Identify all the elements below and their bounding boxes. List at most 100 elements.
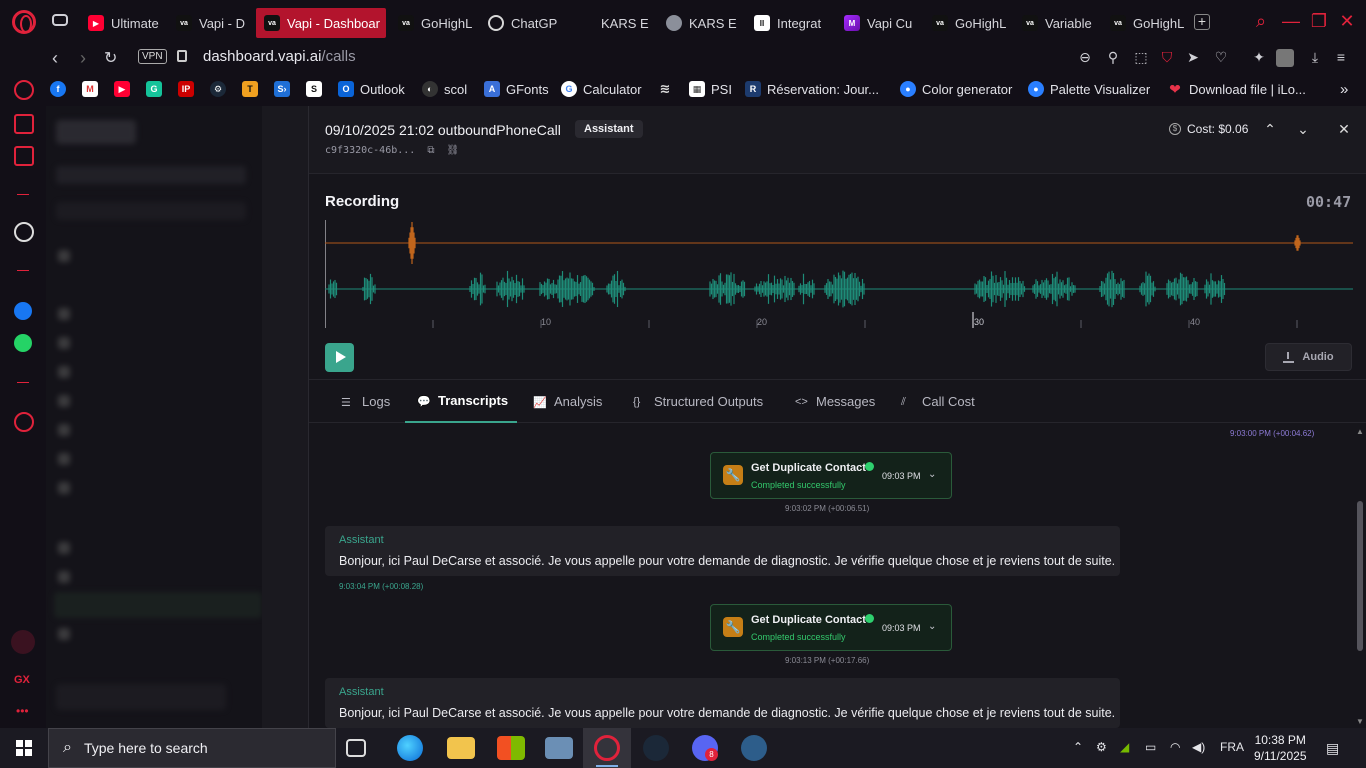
language-indicator[interactable]: FRA [1220, 740, 1244, 754]
tab-kars-2[interactable]: KARS E [658, 8, 744, 38]
maximize-button[interactable]: ❐ [1310, 12, 1328, 30]
tray-nvidia-icon[interactable]: ◢ [1120, 740, 1129, 754]
more-sidebar-icon[interactable]: ••• [16, 704, 29, 718]
gx-icon[interactable]: GX [14, 674, 30, 686]
tab-analysis[interactable]: 📈 Analysis [521, 380, 614, 423]
history-icon[interactable] [14, 412, 34, 432]
tab-vapi-custom[interactable]: M Vapi Cu [836, 8, 922, 38]
bookmark-palette-visualizer[interactable]: ● Palette Visualizer [1028, 81, 1150, 97]
tab-logs[interactable]: ☰ Logs [329, 380, 402, 423]
bookmark-reservation[interactable]: R Réservation: Jour... [745, 81, 879, 97]
heart-icon[interactable]: ♡ [1212, 49, 1230, 67]
messenger-icon[interactable] [14, 302, 32, 320]
tab-variables[interactable]: va Variable [1014, 8, 1100, 38]
bookmark-ip[interactable]: IP [178, 81, 194, 97]
tray-steam-icon[interactable]: ⚙ [1096, 740, 1107, 754]
menu-icon[interactable]: ≡ [1332, 49, 1350, 67]
minimize-button[interactable]: — [1282, 12, 1300, 30]
waveform[interactable]: 10 20 30 40 [325, 220, 1353, 332]
bookmark-gmail[interactable]: M [82, 81, 98, 97]
tab-call-cost[interactable]: ⫽ Call Cost [889, 380, 987, 423]
scrollbar-thumb[interactable] [1357, 501, 1363, 651]
tab-vapi-d[interactable]: va Vapi - D [168, 8, 254, 38]
tab-gohighlevel-2[interactable]: va GoHighL [924, 8, 1010, 38]
app-icon[interactable] [741, 735, 767, 761]
close-window-button[interactable]: ✕ [1338, 12, 1356, 30]
play-button[interactable] [325, 343, 354, 372]
bookmark-steam[interactable]: ⚙ [210, 81, 226, 97]
tray-volume-icon[interactable]: ◀) [1192, 740, 1205, 754]
tool-call-card[interactable]: 🔧 Get Duplicate Contact Completed succes… [710, 604, 952, 651]
scroll-up-icon[interactable]: ▲ [1356, 427, 1364, 436]
zoom-icon[interactable]: ⊖ [1076, 49, 1094, 67]
bookmark-download-file[interactable]: ❤ Download file | iLo... [1167, 81, 1306, 97]
bookmark-scol[interactable]: ◐ scol [422, 81, 467, 97]
network-app-icon[interactable] [545, 737, 573, 759]
next-call-button[interactable]: ⌄ [1294, 120, 1312, 138]
bookmark-youtube[interactable]: ▶ [114, 81, 130, 97]
store-icon[interactable] [497, 736, 525, 760]
tab-structured-outputs[interactable]: {} Structured Outputs [621, 380, 775, 423]
lock-icon[interactable] [177, 50, 187, 62]
tray-wifi-icon[interactable]: ◠ [1170, 740, 1180, 754]
bookmark-facebook[interactable]: f [50, 81, 66, 97]
tab-messages[interactable]: <> Messages [783, 380, 887, 423]
bookmark-s[interactable]: S [306, 81, 322, 97]
chatgpt-sidebar-icon[interactable] [14, 222, 34, 242]
bookmark-t[interactable]: T [242, 81, 258, 97]
task-view-icon[interactable] [346, 739, 366, 757]
gmail-sidebar-icon[interactable] [14, 146, 34, 166]
tab-ultimate[interactable]: ▶ Ultimate [80, 8, 164, 38]
speed-dial-icon[interactable] [14, 80, 34, 100]
previous-call-button[interactable]: ⌃ [1261, 120, 1279, 138]
bookmark-grammarly[interactable]: G [146, 81, 162, 97]
tab-chatgpt[interactable]: ChatGP [480, 8, 566, 38]
transcript-scrollbar[interactable]: ▲ ▼ [1353, 423, 1366, 728]
tab-integrations[interactable]: II Integrat [746, 8, 832, 38]
link-icon[interactable]: ⛓ [447, 145, 460, 156]
steam-taskbar-icon[interactable] [643, 735, 669, 761]
profile-avatar[interactable] [1276, 49, 1294, 67]
bookmark-calculator[interactable]: G Calculator [561, 81, 642, 97]
opera-logo-icon[interactable] [12, 10, 36, 34]
gamepad-icon[interactable] [52, 14, 68, 26]
notifications-icon[interactable]: ▤ [1326, 740, 1339, 757]
taskbar-clock[interactable]: 10:38 PM 9/11/2025 [1254, 732, 1307, 764]
scroll-down-icon[interactable]: ▼ [1356, 717, 1364, 726]
chevron-down-icon[interactable]: ⌄ [928, 469, 936, 480]
bookmark-psi[interactable]: ▦ PSI [689, 81, 732, 97]
windows-start-icon[interactable] [16, 740, 32, 756]
chevron-down-icon[interactable]: ⌄ [928, 621, 936, 632]
bookmark-gfonts[interactable]: A GFonts [484, 81, 549, 97]
tool-call-card[interactable]: 🔧 Get Duplicate Contact Completed succes… [710, 452, 952, 499]
tab-transcripts[interactable]: 💬 Transcripts [405, 380, 517, 423]
reload-button[interactable]: ↻ [104, 48, 117, 68]
ai-feature-icon[interactable] [11, 630, 35, 654]
file-explorer-icon[interactable] [447, 737, 475, 759]
bookmarks-more-icon[interactable]: » [1340, 81, 1348, 98]
tray-chevron-icon[interactable]: ⌃ [1073, 740, 1083, 754]
taskbar-search[interactable]: ⌕ Type here to search [48, 728, 336, 768]
extensions-icon[interactable]: ✦ [1250, 49, 1268, 67]
forward-button[interactable]: › [80, 48, 86, 69]
tab-kars-1[interactable]: KARS E [570, 8, 656, 38]
pin-icon[interactable]: ⚲ [1104, 49, 1122, 67]
tab-gohighlevel-1[interactable]: va GoHighL [390, 8, 476, 38]
pocket-icon[interactable]: ⛉ [1158, 49, 1176, 67]
whatsapp-icon[interactable] [14, 334, 32, 352]
audio-download-button[interactable]: Audio [1265, 343, 1352, 371]
bookmark-stack[interactable]: ≋ [657, 81, 673, 97]
snapshot-icon[interactable]: ⬚ [1132, 49, 1150, 67]
back-button[interactable]: ‹ [52, 48, 58, 69]
url-field[interactable]: dashboard.vapi.ai/calls [203, 48, 356, 65]
bookmark-outlook[interactable]: O Outlook [338, 81, 405, 97]
search-tabs-icon[interactable]: ⌕ [1252, 12, 1270, 30]
bookmark-color-generator[interactable]: ● Color generator [900, 81, 1012, 97]
opera-gx-icon[interactable] [594, 735, 620, 761]
send-icon[interactable]: ➤ [1184, 49, 1202, 67]
downloads-icon[interactable]: ⤓ [1306, 49, 1324, 67]
tab-gohighlevel-3[interactable]: va GoHighL [1102, 8, 1188, 38]
bookmark-s-arrow[interactable]: S› [274, 81, 290, 97]
close-panel-button[interactable]: ✕ [1335, 120, 1353, 138]
edge-icon[interactable] [397, 735, 423, 761]
